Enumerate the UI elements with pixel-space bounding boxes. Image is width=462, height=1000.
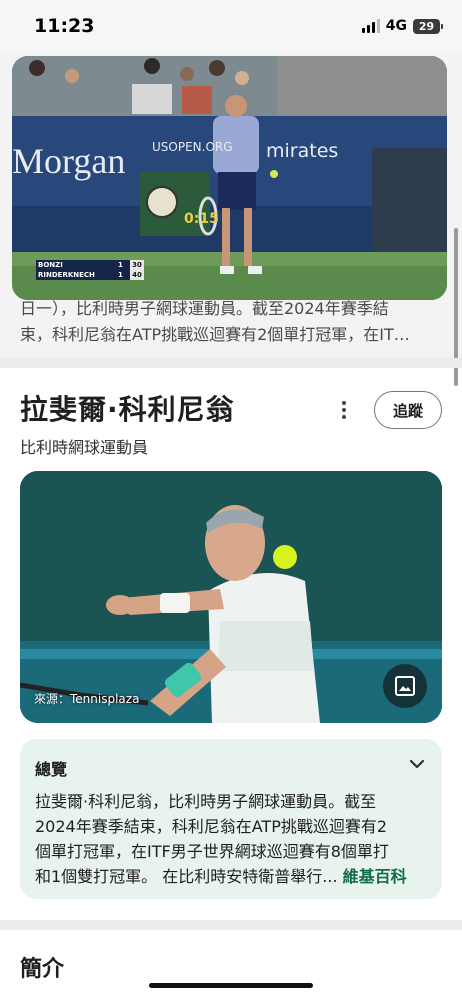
- score-player: RINDERKNECH: [38, 271, 95, 279]
- overview-line: 2024年賽季結束，科利尼翁在ATP挑戰巡迴賽有2: [35, 817, 388, 836]
- sponsor-text-right: mirates: [266, 140, 339, 162]
- score-game: 30: [132, 261, 142, 269]
- wikipedia-link[interactable]: 維基百科: [343, 867, 407, 886]
- scoreboard-row: RINDERKNECH 1 40: [38, 270, 144, 280]
- score-game: 40: [132, 271, 142, 279]
- entity-subtitle: 比利時網球運動員: [20, 438, 149, 457]
- overview-text: 拉斐爾·科利尼翁，比利時男子網球運動員。截至 2024年賽季結束，科利尼翁在AT…: [35, 789, 433, 889]
- overview-title: 總覽: [35, 760, 68, 779]
- dot: [342, 415, 346, 419]
- dot: [342, 401, 346, 405]
- scoreboard: BONZI 1 30 RINDERKNECH 1 40: [38, 260, 144, 280]
- score-set: 1: [118, 261, 123, 269]
- section-divider: [0, 358, 462, 368]
- previous-snippet-line: 日一），比利時男子網球運動員。截至2024年賽季結: [20, 299, 389, 318]
- status-time: 11:23: [34, 15, 95, 37]
- site-banner: USOPEN.ORG: [152, 140, 233, 154]
- sponsor-text: Morgan: [12, 141, 126, 181]
- video-player[interactable]: Morgan mirates USOPEN.ORG 0:15 BONZI 1 30 …: [12, 56, 447, 300]
- chevron-down-icon[interactable]: [406, 753, 428, 775]
- battery-icon: 29: [413, 18, 443, 34]
- scoreboard-row: BONZI 1 30: [38, 260, 144, 270]
- venue-clock-time: 0:15: [184, 211, 219, 227]
- entity-image[interactable]: [20, 471, 442, 723]
- entity-title: 拉斐爾·科利尼翁: [20, 393, 235, 426]
- section-divider: [0, 920, 462, 930]
- status-indicators: 4G 29: [361, 18, 443, 34]
- more-options-button[interactable]: [330, 396, 358, 424]
- home-indicator[interactable]: [149, 983, 313, 988]
- signal-icon: [361, 19, 380, 33]
- overview-line: 個單打冠軍，在ITF男子世界網球巡迴賽有8個單打: [35, 842, 389, 861]
- status-bar: 11:23 4G 29: [0, 0, 462, 52]
- image-gallery-button[interactable]: [383, 664, 427, 708]
- section-heading-intro: 簡介: [20, 957, 65, 982]
- previous-snippet[interactable]: 日一），比利時男子網球運動員。截至2024年賽季結 束，科利尼翁在ATP挑戰巡迴…: [20, 296, 446, 348]
- entity-photo: [20, 471, 442, 723]
- overview-line: 拉斐爾·科利尼翁，比利時男子網球運動員。截至: [35, 792, 377, 811]
- network-label: 4G: [385, 18, 407, 34]
- score-player: BONZI: [38, 261, 63, 269]
- search-result-page: 11:23 4G 29 Morgan mirates USOPEN.ORG 0:…: [0, 0, 462, 1000]
- previous-result-card: Morgan mirates USOPEN.ORG 0:15 BONZI 1 30 …: [0, 52, 462, 358]
- overview-line-last: 和1個雙打冠軍。 在比利時安特衛普舉行... 維基百科: [35, 864, 433, 889]
- dot: [342, 408, 346, 412]
- previous-snippet-line: 束，科利尼翁在ATP挑戰巡迴賽有2個單打冠軍，在IT…: [20, 325, 410, 344]
- score-set: 1: [118, 271, 123, 279]
- follow-button[interactable]: 追蹤: [374, 391, 442, 429]
- image-source-caption[interactable]: 來源：Tennisplaza: [34, 690, 139, 707]
- overview-line-text: 和1個雙打冠軍。 在比利時安特衛普舉行...: [35, 867, 338, 886]
- image-icon: [395, 676, 415, 696]
- overview-card[interactable]: 總覽 拉斐爾·科利尼翁，比利時男子網球運動員。截至 2024年賽季結束，科利尼翁…: [20, 739, 442, 899]
